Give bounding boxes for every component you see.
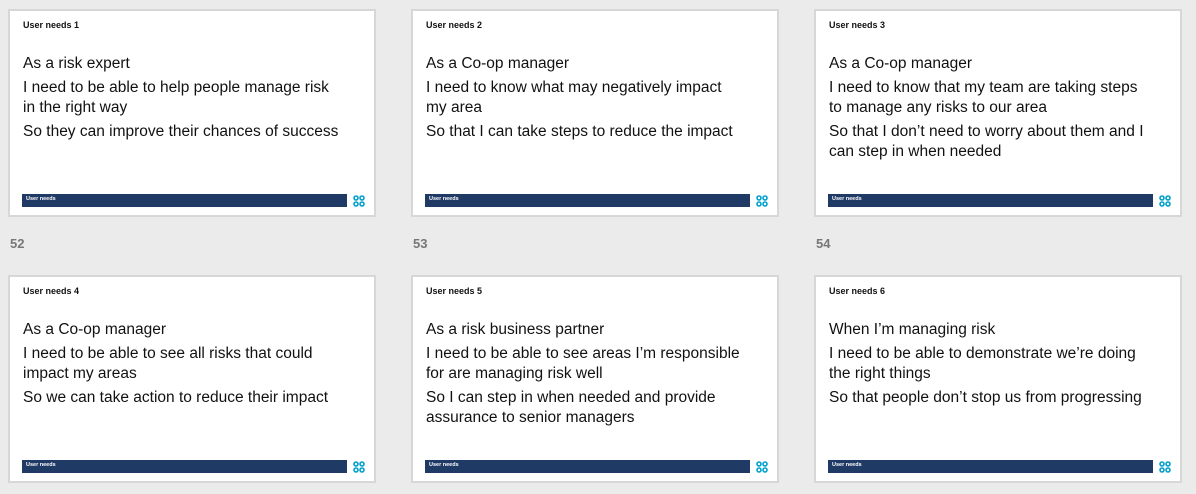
slide-line-role: As a Co-op manager [829,55,973,72]
slide-line-need: I need to be able to see areas I’m respo… [426,345,740,382]
slide-body: As a risk expert I need to be able to he… [23,54,343,146]
slide-thumbnail-3[interactable]: User needs 3 As a Co-op manager I need t… [814,9,1182,217]
slide-body: As a Co-op manager I need to know that m… [829,54,1149,166]
slide-footer-bar: User needs [828,194,1153,207]
slide-title: User needs 2 [426,20,483,30]
coop-clover-icon [353,461,365,473]
slide-line-outcome: So that I can take steps to reduce the i… [426,123,733,140]
slide-thumbnail-6[interactable]: User needs 6 When I’m managing risk I ne… [814,275,1182,483]
slide-line-need: I need to know what may negatively impac… [426,79,722,116]
slide-body: As a Co-op manager I need to know what m… [426,54,746,146]
slide-line-role: As a Co-op manager [426,55,570,72]
slide-footer-bar: User needs [425,460,750,473]
slide-line-role: As a Co-op manager [23,321,167,338]
slide-line-outcome: So that I don’t need to worry about them… [829,123,1144,160]
footer-label: User needs [429,462,459,468]
slide-number: 54 [816,236,831,251]
slide-title: User needs 6 [829,286,886,296]
footer-label: User needs [26,462,56,468]
slide-title: User needs 1 [23,20,80,30]
footer-label: User needs [26,196,56,202]
slide-number: 53 [413,236,428,251]
slide-footer-bar: User needs [22,194,347,207]
slide-line-outcome: So I can step in when needed and provide… [426,389,716,426]
slide-number: 52 [10,236,25,251]
slide-line-need: I need to know that my team are taking s… [829,79,1138,116]
slide-line-outcome: So we can take action to reduce their im… [23,389,328,406]
slide-footer-bar: User needs [22,460,347,473]
coop-clover-icon [756,461,768,473]
slide-title: User needs 4 [23,286,80,296]
slide-thumbnail-1[interactable]: User needs 1 As a risk expert I need to … [8,9,376,217]
coop-clover-icon [1159,195,1171,207]
footer-label: User needs [832,196,862,202]
coop-clover-icon [353,195,365,207]
slide-footer-bar: User needs [828,460,1153,473]
slide-body: When I’m managing risk I need to be able… [829,320,1149,412]
footer-label: User needs [429,196,459,202]
slide-thumbnail-2[interactable]: User needs 2 As a Co-op manager I need t… [411,9,779,217]
slide-footer-bar: User needs [425,194,750,207]
slide-line-role: As a risk business partner [426,321,605,338]
slide-thumbnail-5[interactable]: User needs 5 As a risk business partner … [411,275,779,483]
coop-clover-icon [756,195,768,207]
slide-body: As a risk business partner I need to be … [426,320,746,432]
slide-body: As a Co-op manager I need to be able to … [23,320,343,412]
slide-line-role: When I’m managing risk [829,321,996,338]
slide-line-need: I need to be able to see all risks that … [23,345,313,382]
footer-label: User needs [832,462,862,468]
coop-clover-icon [1159,461,1171,473]
slide-line-need: I need to be able to help people manage … [23,79,329,116]
slide-thumbnail-4[interactable]: User needs 4 As a Co-op manager I need t… [8,275,376,483]
slide-line-need: I need to be able to demonstrate we’re d… [829,345,1136,382]
slide-line-outcome: So that people don’t stop us from progre… [829,389,1142,406]
slide-line-role: As a risk expert [23,55,130,72]
slide-title: User needs 5 [426,286,483,296]
slide-title: User needs 3 [829,20,886,30]
slide-line-outcome: So they can improve their chances of suc… [23,123,339,140]
